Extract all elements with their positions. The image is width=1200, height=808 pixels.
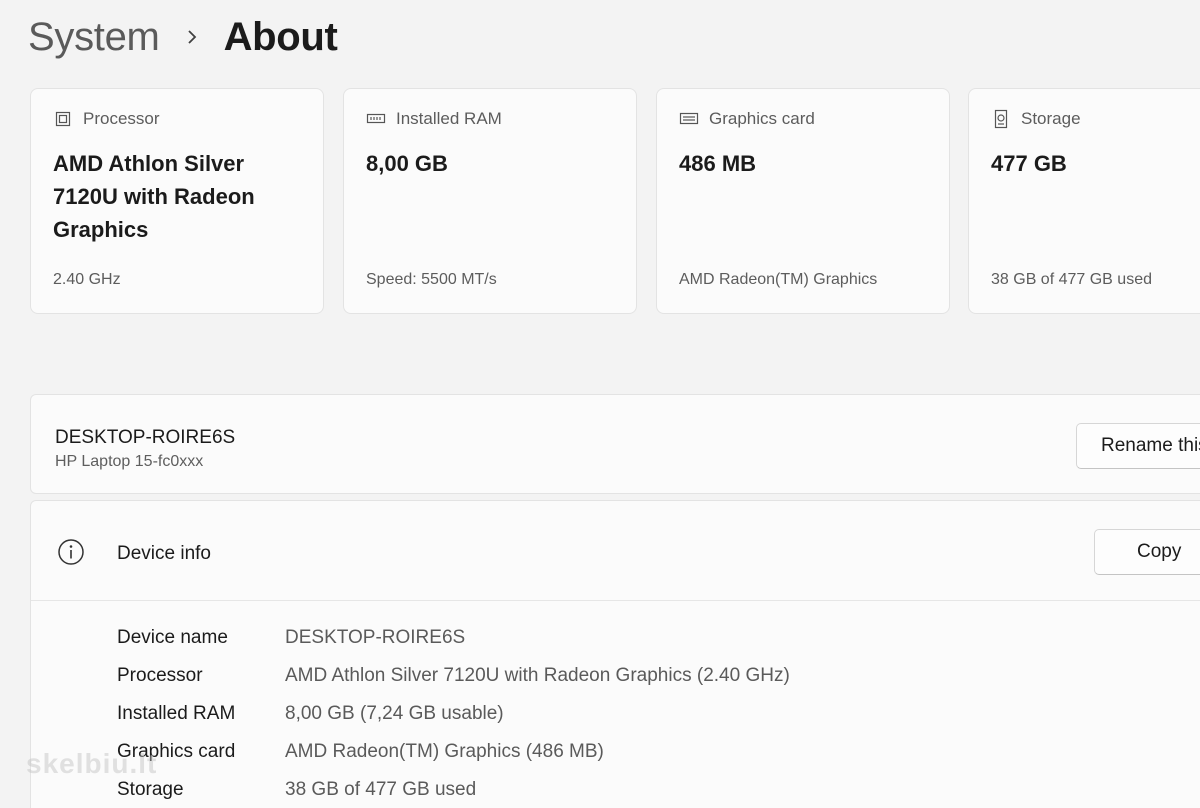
storage-card-label: Storage [1021, 109, 1081, 128]
processor-card-sub: 2.40 GHz [53, 271, 121, 288]
page-title: About [223, 14, 338, 59]
graphics-card-value: 486 MB [679, 151, 757, 176]
spec-row: Storage 38 GB of 477 GB used [117, 771, 790, 808]
device-info-header[interactable]: Device info Copy [31, 501, 1200, 601]
processor-card: Processor AMD Athlon Silver 7120U with R… [30, 88, 324, 314]
ram-card-label: Installed RAM [396, 109, 502, 128]
spec-value: 38 GB of 477 GB used [285, 779, 477, 800]
graphics-card-card: Graphics card 486 MB AMD Radeon(TM) Grap… [656, 88, 950, 314]
spec-key: Storage [117, 779, 184, 800]
rename-pc-button[interactable]: Rename this PC [1076, 423, 1200, 469]
device-info-panel: Device info Copy Device name DESKTOP-ROI… [30, 500, 1200, 808]
graphics-card-icon [679, 109, 699, 129]
storage-card: Storage 477 GB 38 GB of 477 GB used [968, 88, 1200, 314]
device-name-row: DESKTOP-ROIRE6S HP Laptop 15-fc0xxx Rena… [30, 394, 1200, 494]
spec-row: Device name DESKTOP-ROIRE6S [117, 619, 790, 657]
spec-value: AMD Radeon(TM) Graphics (486 MB) [285, 741, 604, 762]
storage-card-value: 477 GB [991, 151, 1067, 176]
chevron-right-icon [182, 27, 202, 47]
storage-icon [991, 109, 1011, 129]
graphics-card-label: Graphics card [709, 109, 815, 128]
spec-key: Installed RAM [117, 703, 236, 724]
ram-card: Installed RAM 8,00 GB Speed: 5500 MT/s [343, 88, 637, 314]
device-info-title: Device info [117, 543, 211, 564]
processor-card-label: Processor [83, 109, 160, 128]
device-model: HP Laptop 15-fc0xxx [55, 453, 204, 470]
watermark: skelbiu.lt [26, 748, 158, 779]
storage-card-sub: 38 GB of 477 GB used [991, 271, 1152, 288]
copy-button[interactable]: Copy [1094, 529, 1200, 575]
spec-value: DESKTOP-ROIRE6S [285, 627, 466, 648]
spec-value: 8,00 GB (7,24 GB usable) [285, 703, 504, 724]
spec-row: Installed RAM 8,00 GB (7,24 GB usable) [117, 695, 790, 733]
spec-row: Graphics card AMD Radeon(TM) Graphics (4… [117, 733, 790, 771]
ram-card-sub: Speed: 5500 MT/s [366, 271, 497, 288]
spec-key: Processor [117, 665, 203, 686]
processor-card-value: AMD Athlon Silver 7120U with Radeon Grap… [53, 151, 255, 242]
breadcrumb-system-link[interactable]: System [28, 15, 160, 60]
spec-row: Processor AMD Athlon Silver 7120U with R… [117, 657, 790, 695]
graphics-card-sub: AMD Radeon(TM) Graphics [679, 271, 878, 288]
device-specs-list: Device name DESKTOP-ROIRE6S Processor AM… [117, 619, 790, 808]
spec-value: AMD Athlon Silver 7120U with Radeon Grap… [285, 665, 790, 686]
breadcrumb: System About [28, 12, 338, 62]
ram-card-value: 8,00 GB [366, 151, 448, 176]
ram-icon [366, 109, 386, 129]
device-name: DESKTOP-ROIRE6S [55, 427, 236, 448]
info-icon [56, 537, 86, 567]
about-page: System About Processor AMD Athlon Silver… [0, 0, 1200, 808]
spec-key: Device name [117, 627, 228, 648]
processor-icon [53, 109, 73, 129]
